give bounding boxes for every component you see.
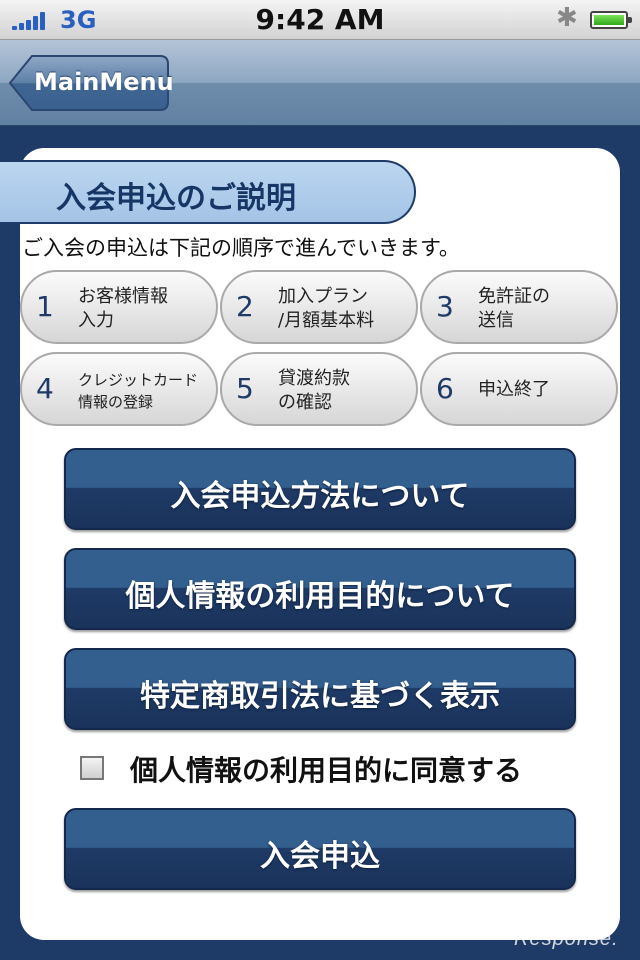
step-number: 5 <box>236 372 254 405</box>
step-label: 貸渡約款 の確認 <box>278 368 350 413</box>
step-1: 1 お客様情報 入力 <box>20 270 218 344</box>
step-label: お客様情報 入力 <box>78 286 168 331</box>
step-number: 3 <box>436 290 454 323</box>
section-title: 入会申込のご説明 <box>56 181 296 216</box>
back-button-label: MainMenu <box>34 68 174 96</box>
step-number: 4 <box>36 372 54 405</box>
navigation-bar: MainMenu <box>0 40 640 126</box>
step-3: 3 免許証の 送信 <box>420 270 618 344</box>
button-label: 特定商取引法に基づく表示 <box>140 679 500 714</box>
status-time: 9:42 AM <box>255 3 385 36</box>
step-number: 1 <box>36 290 54 323</box>
button-label: 入会申込方法について <box>170 479 470 514</box>
step-number: 6 <box>436 372 454 405</box>
intro-text: ご入会の申込は下記の順序で進んでいきます。 <box>22 236 460 260</box>
agree-checkbox[interactable] <box>80 756 104 780</box>
watermark: Response. <box>514 928 619 950</box>
step-4: 4 クレジットカード 情報の登録 <box>20 352 218 426</box>
step-label: 加入プラン/月額基本料 <box>278 286 375 331</box>
step-number: 2 <box>236 290 254 323</box>
button-label: 入会申込 <box>260 839 380 874</box>
step-label: 申込終了 <box>478 379 550 400</box>
membership-method-button[interactable]: 入会申込方法について <box>64 448 576 530</box>
step-5: 5 貸渡約款 の確認 <box>220 352 418 426</box>
privacy-purpose-button[interactable]: 個人情報の利用目的について <box>64 548 576 630</box>
main-menu-back-button[interactable]: MainMenu <box>8 54 174 112</box>
battery-icon <box>590 11 632 29</box>
status-bar: 3G 9:42 AM ✱ <box>0 0 640 40</box>
step-2: 2 加入プラン/月額基本料 <box>220 270 418 344</box>
content-card: 入会申込のご説明 ご入会の申込は下記の順序で進んでいきます。 1 お客様情報 入力… <box>0 148 620 940</box>
bluetooth-icon: ✱ <box>556 3 578 33</box>
step-6: 6 申込終了 <box>420 352 618 426</box>
agree-label[interactable]: 個人情報の利用目的に同意する <box>130 749 522 789</box>
step-label: 免許証の 送信 <box>478 286 550 331</box>
section-title-banner: 入会申込のご説明 <box>0 160 416 224</box>
button-label: 個人情報の利用目的について <box>125 579 515 614</box>
commerce-law-button[interactable]: 特定商取引法に基づく表示 <box>64 648 576 730</box>
step-label: クレジットカード 情報の登録 <box>78 371 199 411</box>
submit-application-button[interactable]: 入会申込 <box>64 808 576 890</box>
